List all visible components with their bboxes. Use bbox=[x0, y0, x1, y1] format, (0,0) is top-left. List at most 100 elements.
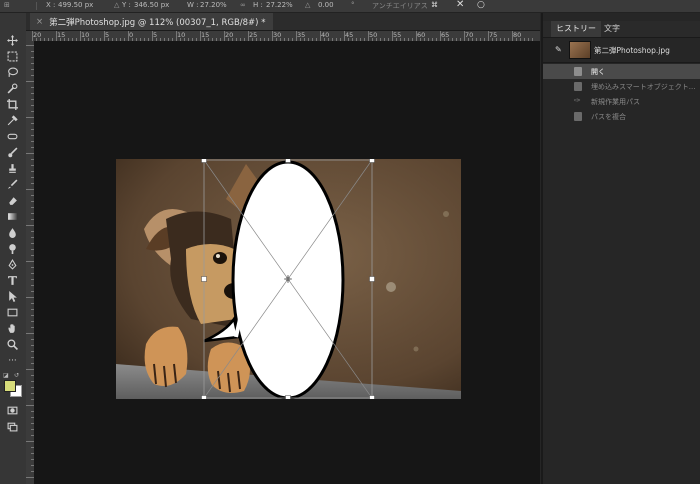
history-brush-tool-icon[interactable] bbox=[6, 179, 19, 190]
ruler-tick bbox=[32, 31, 33, 41]
snapshot-row[interactable]: ✎ 第二弾Photoshop.jpg bbox=[543, 39, 700, 61]
history-panel: ≡ ヒストリー 文字 ✎ 第二弾Photoshop.jpg 開く 埋め込みスマー… bbox=[541, 13, 700, 484]
transform-tool-icon[interactable]: ⊞ bbox=[4, 1, 10, 9]
document-icon bbox=[574, 67, 582, 76]
tab-history[interactable]: ヒストリー bbox=[551, 21, 601, 37]
pen-tool-icon[interactable] bbox=[6, 259, 19, 270]
document-tab-bar: × 第二弾Photoshop.jpg @ 112% (00307_1, RGB/… bbox=[26, 13, 540, 31]
ruler-tick bbox=[26, 333, 34, 334]
y-field[interactable]: 346.50 px bbox=[134, 1, 169, 9]
angle-icon: △ bbox=[305, 1, 311, 9]
foreground-color-swatch[interactable] bbox=[4, 380, 16, 392]
ruler-tick bbox=[200, 31, 201, 41]
ruler-tick bbox=[320, 31, 321, 41]
ruler-tick bbox=[26, 369, 34, 370]
ruler-tick bbox=[26, 81, 34, 82]
snapshot-name: 第二弾Photoshop.jpg bbox=[594, 46, 670, 55]
ruler-tick bbox=[26, 45, 34, 46]
ruler-tick bbox=[26, 441, 34, 442]
quick-select-tool-icon[interactable] bbox=[6, 83, 19, 94]
quick-mask-icon[interactable] bbox=[6, 405, 19, 416]
stamp-tool-icon[interactable] bbox=[6, 163, 19, 174]
commit-icon[interactable]: ○ bbox=[477, 0, 485, 10]
rotation-field[interactable]: 0.00 bbox=[318, 1, 334, 9]
y-label: Y : bbox=[122, 1, 131, 9]
link-icon[interactable]: ∞ bbox=[240, 1, 246, 9]
ruler-tick bbox=[26, 477, 34, 478]
ruler-tick bbox=[296, 31, 297, 41]
ruler-tick bbox=[488, 31, 489, 41]
warp-icon[interactable]: ⌘ bbox=[431, 1, 438, 9]
ruler-tick bbox=[80, 31, 81, 41]
hand-tool-icon[interactable] bbox=[6, 323, 19, 334]
more-tools-icon[interactable]: ··· bbox=[6, 356, 19, 367]
w-label: W : bbox=[187, 1, 199, 9]
history-item[interactable]: 埋め込みスマートオブジェクト... bbox=[543, 79, 700, 94]
options-bar: ⊞ X : 499.50 px △ Y : 346.50 px W : 27.2… bbox=[0, 0, 700, 13]
document-icon bbox=[574, 82, 582, 91]
swap-colors-icon[interactable]: ↺ bbox=[14, 372, 19, 379]
dodge-tool-icon[interactable] bbox=[6, 243, 19, 254]
healing-tool-icon[interactable] bbox=[6, 131, 19, 142]
close-icon[interactable]: × bbox=[36, 17, 43, 27]
history-item[interactable]: 開く bbox=[543, 64, 700, 79]
canvas-area[interactable] bbox=[34, 41, 540, 484]
type-tool-icon[interactable] bbox=[6, 275, 19, 286]
path-select-tool-icon[interactable] bbox=[6, 291, 19, 302]
ruler-tick bbox=[440, 31, 441, 41]
cancel-icon[interactable]: ✕ bbox=[456, 0, 464, 10]
ruler-tick bbox=[272, 31, 273, 41]
tools-panel: ··· ◪ ↺ bbox=[0, 13, 27, 484]
history-brush-source-icon[interactable]: ✎ bbox=[555, 45, 562, 54]
screen-mode-icon[interactable] bbox=[6, 421, 19, 432]
default-colors-icon[interactable]: ◪ bbox=[3, 372, 9, 379]
delta-icon[interactable]: △ bbox=[114, 1, 119, 9]
snapshot-thumbnail bbox=[569, 41, 591, 59]
ruler-tick bbox=[26, 297, 34, 298]
move-tool-icon[interactable] bbox=[6, 35, 19, 46]
document-tab[interactable]: × 第二弾Photoshop.jpg @ 112% (00307_1, RGB/… bbox=[30, 13, 274, 30]
ruler-tick bbox=[224, 31, 225, 41]
ruler-tick bbox=[26, 189, 34, 190]
eraser-tool-icon[interactable] bbox=[6, 195, 19, 206]
ruler-tick bbox=[512, 31, 513, 41]
marquee-tool-icon[interactable] bbox=[6, 51, 19, 62]
ruler-tick bbox=[104, 31, 105, 41]
document-title: 第二弾Photoshop.jpg @ 112% (00307_1, RGB/8#… bbox=[49, 17, 266, 28]
x-label: X : bbox=[46, 1, 56, 9]
ruler-tick bbox=[26, 153, 34, 154]
history-item[interactable]: パスを複合 bbox=[543, 109, 700, 124]
tab-character[interactable]: 文字 bbox=[599, 21, 625, 37]
ruler-tick bbox=[176, 31, 177, 41]
ruler-tick bbox=[26, 225, 34, 226]
vertical-ruler bbox=[26, 41, 34, 484]
ruler-tick bbox=[152, 31, 153, 41]
ruler-tick bbox=[26, 261, 34, 262]
lasso-tool-icon[interactable] bbox=[6, 67, 19, 78]
ruler-tick bbox=[344, 31, 345, 41]
ruler-tick bbox=[368, 31, 369, 41]
x-field[interactable]: 499.50 px bbox=[58, 1, 93, 9]
crop-tool-icon[interactable] bbox=[6, 99, 19, 110]
history-item[interactable]: ✑ 新規作業用パス bbox=[543, 94, 700, 109]
panel-tabs: ヒストリー 文字 bbox=[543, 21, 700, 38]
brush-tool-icon[interactable] bbox=[6, 147, 19, 158]
ruler-tick bbox=[392, 31, 393, 41]
w-field[interactable]: 27.20% bbox=[200, 1, 227, 9]
ruler-tick bbox=[56, 31, 57, 41]
eyedropper-tool-icon[interactable] bbox=[6, 115, 19, 126]
h-field[interactable]: 27.22% bbox=[266, 1, 293, 9]
ruler-tick bbox=[248, 31, 249, 41]
ruler-tick bbox=[26, 117, 34, 118]
rectangle-tool-icon[interactable] bbox=[6, 307, 19, 318]
gradient-tool-icon[interactable] bbox=[6, 211, 19, 222]
document-image bbox=[116, 159, 461, 399]
zoom-tool-icon[interactable] bbox=[6, 339, 19, 350]
horizontal-ruler: 20 15 10 5 0 5 10 15 20 25 30 35 40 45 50 55 60 65 70 75 80 bbox=[26, 31, 540, 41]
ruler-tick bbox=[128, 31, 129, 41]
h-label: H : bbox=[253, 1, 263, 9]
antialias-checkbox[interactable]: アンチエイリアス bbox=[372, 1, 428, 11]
blur-tool-icon[interactable] bbox=[6, 227, 19, 238]
ruler-tick bbox=[26, 405, 34, 406]
ruler-tick bbox=[416, 31, 417, 41]
